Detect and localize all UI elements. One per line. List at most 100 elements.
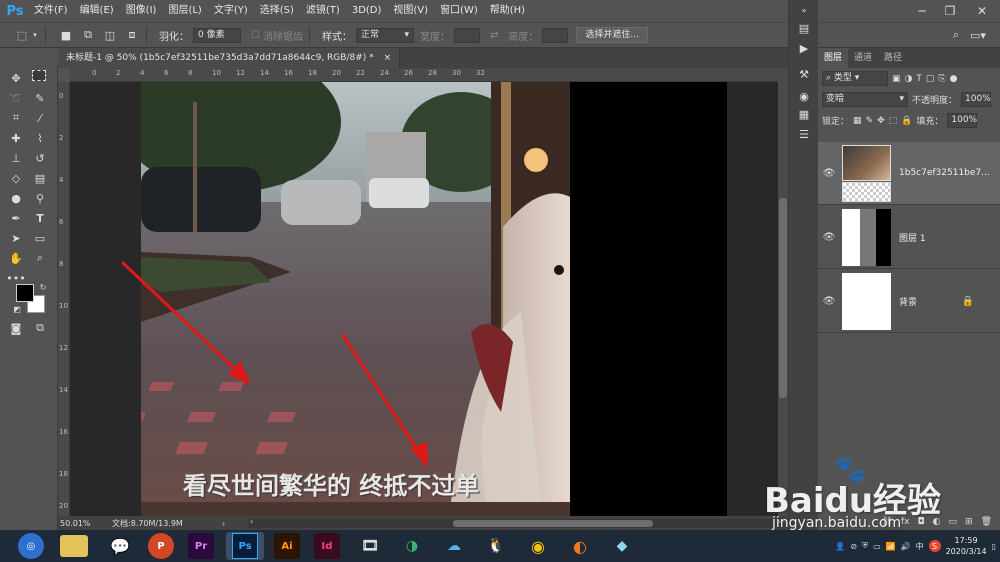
lasso-tool-icon[interactable]: ➰ bbox=[8, 90, 24, 106]
brush-settings-icon[interactable]: ⚒ bbox=[796, 66, 812, 82]
dodge-tool-icon[interactable]: ⚲ bbox=[32, 190, 48, 206]
layer-row[interactable]: 👁 背景 🔒 bbox=[818, 270, 1000, 333]
filter-toggle-icon[interactable]: ● bbox=[950, 74, 958, 84]
eyedropper-tool-icon[interactable]: ⁄ bbox=[32, 110, 48, 126]
document-info[interactable]: 文档:8.70M/13.9M bbox=[112, 518, 222, 529]
healing-brush-tool-icon[interactable]: ✚ bbox=[8, 130, 24, 146]
chevron-down-icon[interactable]: ▾ bbox=[31, 27, 39, 43]
tab-channels[interactable]: 通道 bbox=[848, 48, 878, 68]
menu-edit[interactable]: 编辑(E) bbox=[74, 0, 120, 22]
add-selection-icon[interactable]: ⧉ bbox=[80, 27, 96, 43]
document-tab[interactable]: 未标题-1 @ 50% (1b5c7ef32511be735d3a7dd71a8… bbox=[58, 48, 401, 68]
brush-tool-icon[interactable]: ⌇ bbox=[32, 130, 48, 146]
battery-icon[interactable]: ▭ bbox=[873, 542, 881, 551]
volume-icon[interactable]: 🔊 bbox=[901, 542, 911, 551]
filter-pixel-icon[interactable]: ▣ bbox=[892, 74, 901, 84]
filter-smart-icon[interactable]: ⎘ bbox=[938, 74, 945, 84]
new-layer-icon[interactable]: ⊞ bbox=[965, 517, 973, 527]
menu-type[interactable]: 文字(Y) bbox=[208, 0, 254, 22]
network-error-icon[interactable]: ⊘ bbox=[850, 542, 857, 551]
marquee-tool-preset-icon[interactable]: ⬚ bbox=[14, 27, 30, 43]
premiere-icon[interactable]: Pr bbox=[188, 533, 214, 559]
properties-icon[interactable]: ☰ bbox=[796, 126, 812, 142]
swap-icon[interactable]: ⇄ bbox=[490, 30, 498, 41]
move-tool-icon[interactable]: ✥ bbox=[8, 70, 24, 86]
qq-icon[interactable]: 🐧 bbox=[480, 532, 512, 560]
maximize-icon[interactable]: ❐ bbox=[936, 0, 964, 22]
adjustments-icon[interactable]: ◉ bbox=[796, 88, 812, 104]
sougou-icon[interactable]: S bbox=[928, 540, 941, 552]
path-select-tool-icon[interactable]: ➤ bbox=[8, 230, 24, 246]
filter-shape-icon[interactable]: ▢ bbox=[926, 74, 935, 84]
layer-row[interactable]: 👁 图层 1 bbox=[818, 206, 1000, 269]
opacity-input[interactable]: 100% bbox=[961, 92, 992, 107]
collapse-icon[interactable]: » bbox=[796, 2, 812, 18]
libraries-icon[interactable]: ▦ bbox=[796, 106, 812, 122]
lock-transparent-icon[interactable]: ▦ bbox=[853, 116, 862, 126]
clone-stamp-tool-icon[interactable]: ⊥ bbox=[8, 150, 24, 166]
zoom-tool-icon[interactable]: ⌕ bbox=[32, 250, 48, 266]
eraser-tool-icon[interactable]: ◇ bbox=[8, 170, 24, 186]
layer-name[interactable]: 图层 1 bbox=[899, 231, 926, 244]
menu-3d[interactable]: 3D(D) bbox=[346, 0, 388, 22]
history-brush-tool-icon[interactable]: ↺ bbox=[32, 150, 48, 166]
shield-icon[interactable]: ⛨ bbox=[862, 541, 868, 551]
hand-tool-icon[interactable]: ✋ bbox=[8, 250, 24, 266]
pen-tool-icon[interactable]: ✒ bbox=[8, 210, 24, 226]
screen-mode-icon[interactable]: ⧉ bbox=[32, 320, 48, 336]
lock-artboard-icon[interactable]: ⬚ bbox=[889, 116, 898, 126]
minimize-icon[interactable]: ─ bbox=[908, 0, 936, 22]
lock-all-icon[interactable]: 🔒 bbox=[901, 116, 912, 126]
camera-app-icon[interactable]: ◆ bbox=[606, 532, 638, 560]
security-360-icon[interactable]: ◑ bbox=[396, 532, 428, 560]
lock-pixels-icon[interactable]: ✎ bbox=[866, 116, 874, 126]
feather-input[interactable]: 0 像素 bbox=[193, 27, 241, 43]
notification-icon[interactable]: ▯ bbox=[992, 542, 996, 551]
delete-layer-icon[interactable]: 🗑 bbox=[981, 517, 992, 527]
tab-layers[interactable]: 图层 bbox=[818, 48, 849, 68]
indesign-icon[interactable]: Id bbox=[314, 533, 340, 559]
user-icon[interactable]: 👤 bbox=[835, 542, 845, 551]
crop-tool-icon[interactable]: ⌗ bbox=[8, 110, 24, 126]
wechat-icon[interactable]: 💬 bbox=[104, 532, 136, 560]
menu-image[interactable]: 图像(I) bbox=[120, 0, 163, 22]
horizontal-scrollbar[interactable]: ‹ › bbox=[248, 517, 783, 528]
system-clock[interactable]: 17:59 2020/3/14 bbox=[946, 535, 987, 557]
file-explorer-icon[interactable] bbox=[60, 535, 88, 557]
search-icon[interactable]: ⌕ bbox=[948, 27, 964, 43]
zoom-level[interactable]: 50.01% bbox=[60, 519, 112, 528]
chevron-left-icon[interactable]: ‹ bbox=[250, 517, 253, 526]
default-colors-icon[interactable]: ◩ bbox=[12, 304, 22, 314]
tab-paths[interactable]: 路径 bbox=[878, 48, 908, 68]
antialias-checkbox[interactable]: ☐ bbox=[251, 30, 260, 41]
lock-position-icon[interactable]: ✥ bbox=[877, 116, 885, 126]
menu-layer[interactable]: 图层(L) bbox=[162, 0, 207, 22]
canvas-workspace[interactable]: 看尽世间繁华的 终抵不过单 bbox=[70, 82, 778, 516]
close-window-icon[interactable]: ✕ bbox=[964, 0, 1000, 22]
input-method-icon[interactable]: 中 bbox=[916, 541, 924, 552]
visibility-eye-icon[interactable]: 👁 bbox=[818, 296, 840, 307]
height-input[interactable] bbox=[542, 27, 569, 43]
type-tool-icon[interactable]: T bbox=[32, 210, 48, 226]
filter-adjustment-icon[interactable]: ◑ bbox=[905, 74, 913, 84]
intersect-selection-icon[interactable]: ⧈ bbox=[124, 27, 140, 43]
workspace-icon[interactable]: ▭▾ bbox=[968, 27, 988, 43]
style-select[interactable]: 正常 ▾ bbox=[355, 27, 414, 43]
close-icon[interactable]: × bbox=[384, 48, 392, 68]
menu-select[interactable]: 选择(S) bbox=[254, 0, 300, 22]
visibility-eye-icon[interactable]: 👁 bbox=[818, 232, 840, 243]
menu-file[interactable]: 文件(F) bbox=[28, 0, 74, 22]
menu-view[interactable]: 视图(V) bbox=[387, 0, 434, 22]
menu-window[interactable]: 窗口(W) bbox=[434, 0, 484, 22]
history-icon[interactable]: ▤ bbox=[796, 20, 812, 36]
swap-colors-icon[interactable]: ↻ bbox=[38, 282, 48, 292]
layer-name[interactable]: 1b5c7ef32511be7... bbox=[899, 168, 990, 178]
quick-select-tool-icon[interactable]: ✎ bbox=[32, 90, 48, 106]
layer-filter-select[interactable]: ⌕ 类型 ▾ bbox=[822, 71, 888, 86]
browser-icon[interactable]: ◎ bbox=[18, 533, 44, 559]
blur-tool-icon[interactable]: ● bbox=[8, 190, 24, 206]
illustrator-icon[interactable]: Ai bbox=[274, 533, 300, 559]
layer-name[interactable]: 背景 bbox=[899, 295, 917, 308]
chevron-right-icon[interactable]: › bbox=[222, 519, 225, 528]
wifi-icon[interactable]: 📶 bbox=[886, 542, 896, 551]
